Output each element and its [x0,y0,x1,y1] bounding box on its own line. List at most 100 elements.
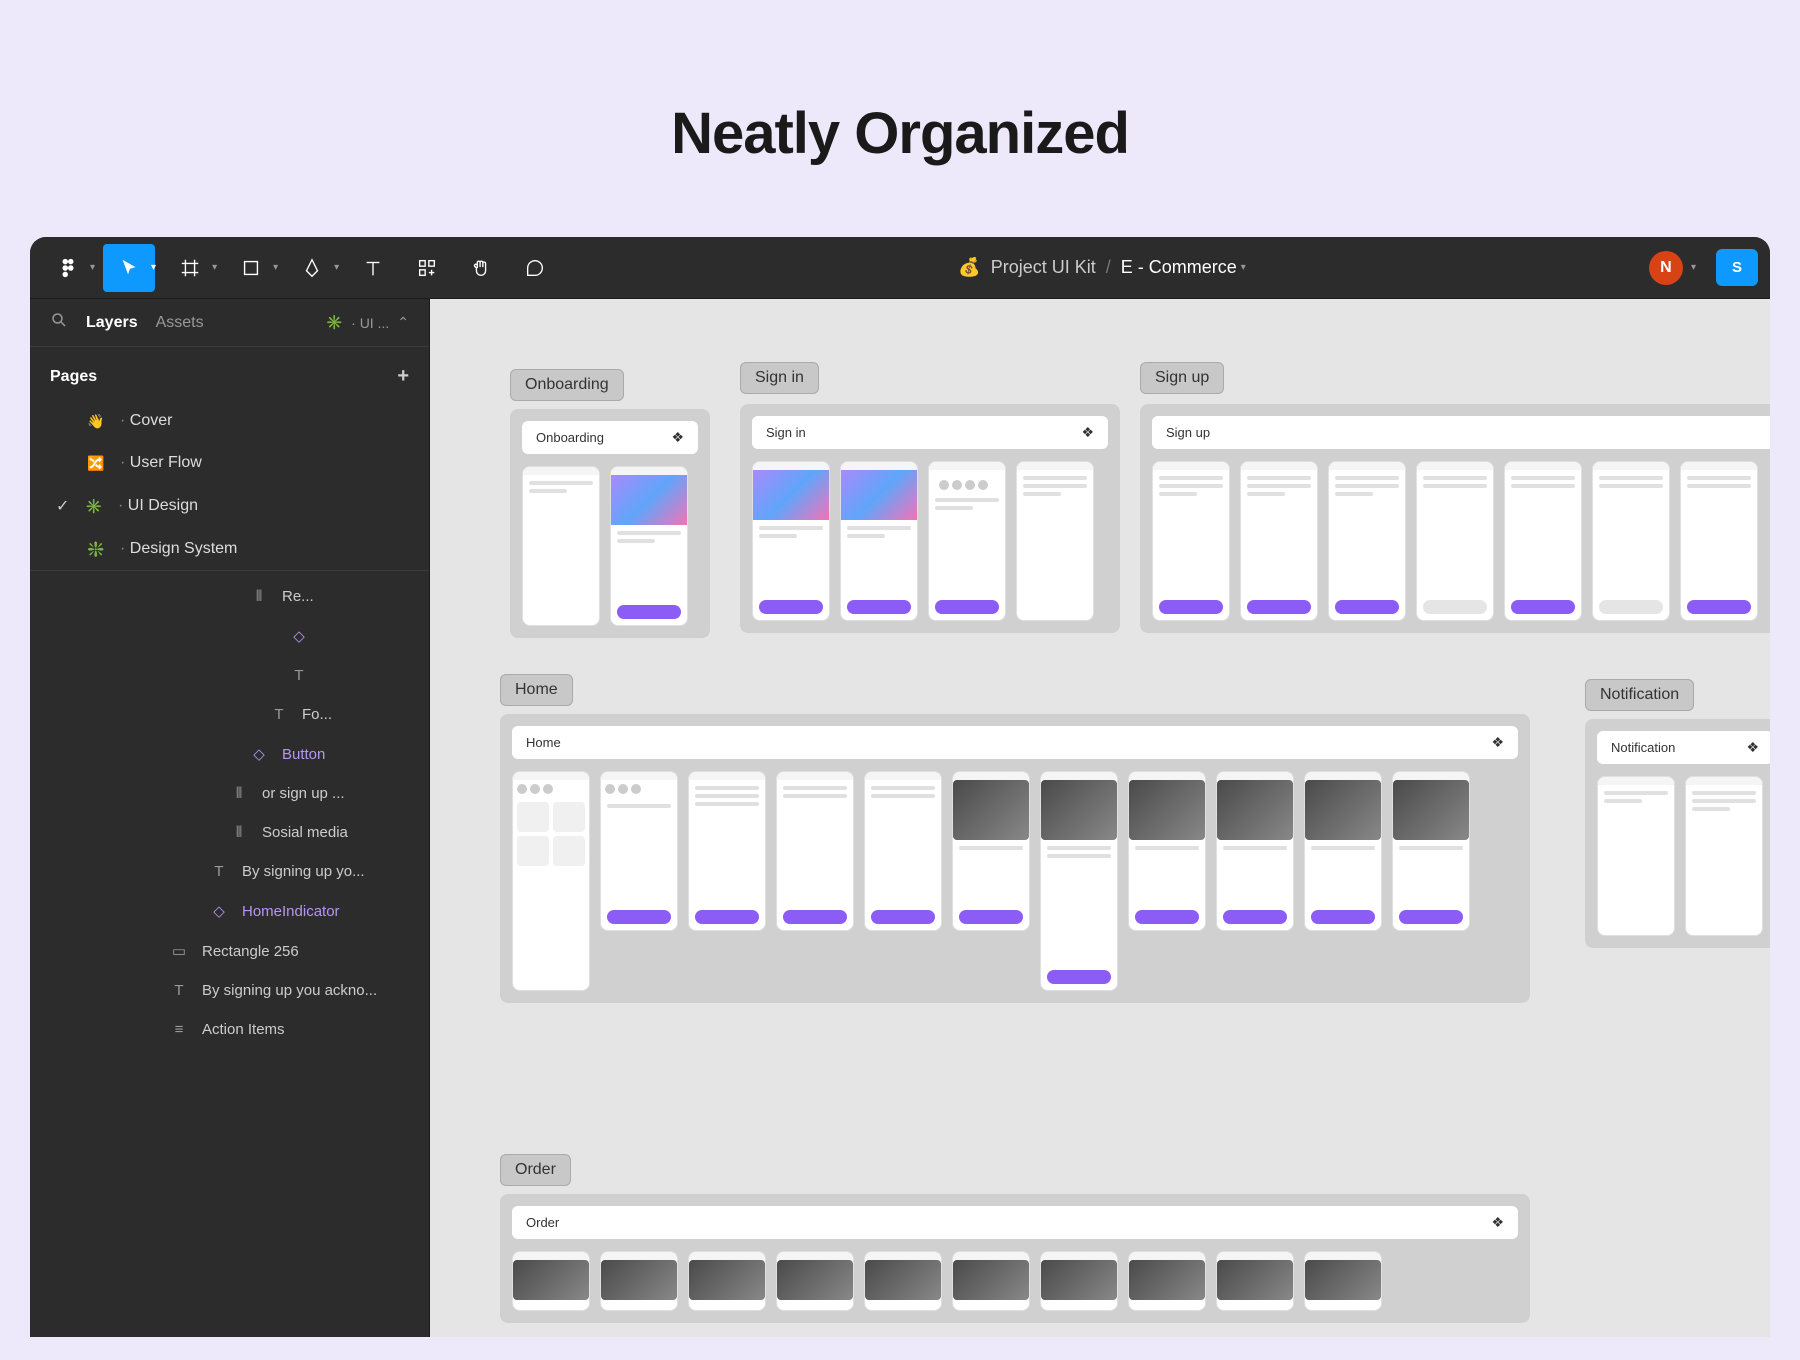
phone-mockup[interactable] [1152,461,1230,621]
phone-mockup[interactable] [1240,461,1318,621]
chevron-down-icon[interactable]: ▾ [1691,262,1696,273]
phone-mockup[interactable] [776,1251,854,1311]
phone-mockup[interactable] [600,771,678,931]
comment-tool-button[interactable] [509,244,561,292]
phone-mockup[interactable] [1685,776,1763,936]
layer-item[interactable]: T [30,656,429,695]
section-label-order[interactable]: Order [500,1154,571,1186]
layer-item-button[interactable]: ◇ Button [30,734,429,774]
phone-mockup[interactable] [1216,1251,1294,1311]
phone-mockup[interactable] [1416,461,1494,621]
phone-mockup[interactable] [1040,1251,1118,1311]
section-title: Sign in [766,425,806,440]
phone-mockup[interactable] [1392,771,1470,931]
document-title[interactable]: 💰 Project UI Kit / E - Commerce ▾ [561,257,1649,278]
layer-label: HomeIndicator [242,903,340,920]
phone-mockup[interactable] [1216,771,1294,931]
diamond-icon: ◇ [210,902,228,920]
phone-mockup[interactable] [688,771,766,931]
chevron-down-icon[interactable]: ▾ [151,262,156,273]
frame-tool-button[interactable] [164,244,216,292]
pen-tool-button[interactable] [286,244,338,292]
layer-item[interactable]: ⦀ or sign up ... [30,774,429,813]
tab-layers[interactable]: Layers [86,314,138,332]
phone-mockup[interactable] [752,461,830,621]
section-label-home[interactable]: Home [500,674,573,706]
separator: / [1106,257,1111,278]
section-signup[interactable]: Sign up❖ [1140,404,1770,633]
layer-item[interactable]: T By signing up you ackno... [30,971,429,1010]
page-item-userflow[interactable]: 🔀 User Flow [30,442,429,484]
phone-mockup[interactable] [840,461,918,621]
phone-mockup[interactable] [1304,771,1382,931]
layer-item[interactable]: T Fo... [30,695,429,734]
chevron-down-icon[interactable]: ▾ [334,262,339,273]
phone-mockup[interactable] [1016,461,1094,621]
phone-mockup[interactable] [864,1251,942,1311]
section-label-signup[interactable]: Sign up [1140,362,1224,394]
layer-item-rectangle[interactable]: ▭ Rectangle 256 [30,931,429,971]
shape-tool-button[interactable] [225,244,277,292]
layer-item[interactable]: ⦀ Re... [30,577,429,616]
section-label-signin[interactable]: Sign in [740,362,819,394]
section-order[interactable]: Order❖ [500,1194,1530,1323]
phone-mockup[interactable] [928,461,1006,621]
layer-item[interactable]: ◇ [30,616,429,656]
page-indicator[interactable]: · UI ... [351,315,389,331]
phone-mockup[interactable] [952,1251,1030,1311]
chevron-down-icon[interactable]: ▾ [212,262,217,273]
phone-mockup[interactable] [1597,776,1675,936]
page-item-designsystem[interactable]: ❇️ Design System [30,528,429,570]
move-tool-button[interactable] [103,244,155,292]
phone-mockup[interactable] [1328,461,1406,621]
chevron-up-icon[interactable]: ⌃ [397,314,409,331]
phone-mockup[interactable] [1592,461,1670,621]
section-label-notification[interactable]: Notification [1585,679,1694,711]
canvas[interactable]: Onboarding Onboarding❖ Sign in Sign in❖ [430,299,1770,1337]
tab-assets[interactable]: Assets [156,314,204,332]
section-label-onboarding[interactable]: Onboarding [510,369,624,401]
toolbar-left: ▾ ▾ ▾ ▾ ▾ [42,244,561,292]
section-title: Order [526,1215,559,1230]
phone-mockup[interactable] [1040,771,1118,991]
phone-mockup[interactable] [1504,461,1582,621]
phone-mockup[interactable] [1304,1251,1382,1311]
layer-item-actionitems[interactable]: ≡ Action Items [30,1010,429,1049]
page-item-cover[interactable]: 👋 Cover [30,400,429,442]
phone-mockup[interactable] [1680,461,1758,621]
sidebar-tabs: Layers Assets ✳️ · UI ... ⌃ [30,299,429,347]
layer-item[interactable]: ⦀ Sosial media [30,813,429,852]
resources-button[interactable] [401,244,453,292]
phone-mockup[interactable] [610,466,688,626]
chevron-down-icon[interactable]: ▾ [90,262,95,273]
figma-menu-button[interactable] [42,244,94,292]
page-item-label: Cover [120,412,172,430]
flow-icon: 🔀 [86,455,106,472]
share-button[interactable]: S [1716,249,1758,286]
phone-mockup[interactable] [522,466,600,626]
hand-tool-button[interactable] [455,244,507,292]
text-tool-button[interactable] [347,244,399,292]
add-page-button[interactable]: + [397,365,409,388]
chevron-down-icon[interactable]: ▾ [273,262,278,273]
section-onboarding[interactable]: Onboarding❖ [510,409,710,638]
chevron-down-icon[interactable]: ▾ [1241,262,1246,273]
section-signin[interactable]: Sign in❖ [740,404,1120,633]
phone-mockup[interactable] [600,1251,678,1311]
layer-item[interactable]: T By signing up yo... [30,852,429,891]
page-item-uidesign[interactable]: ✓ ✳️ UI Design [30,484,429,528]
phone-mockup[interactable] [512,1251,590,1311]
phone-mockup[interactable] [1128,771,1206,931]
phone-mockup[interactable] [952,771,1030,931]
section-home[interactable]: Home❖ [500,714,1530,1003]
layer-item-homeindicator[interactable]: ◇ HomeIndicator [30,891,429,931]
search-icon[interactable] [50,311,68,334]
page-emoji-icon: ✳️ [326,314,343,331]
phone-mockup[interactable] [1128,1251,1206,1311]
phone-mockup[interactable] [512,771,590,991]
phone-mockup[interactable] [864,771,942,931]
user-avatar[interactable]: N [1649,251,1683,285]
phone-mockup[interactable] [776,771,854,931]
phone-mockup[interactable] [688,1251,766,1311]
section-notification[interactable]: Notification❖ [1585,719,1770,948]
